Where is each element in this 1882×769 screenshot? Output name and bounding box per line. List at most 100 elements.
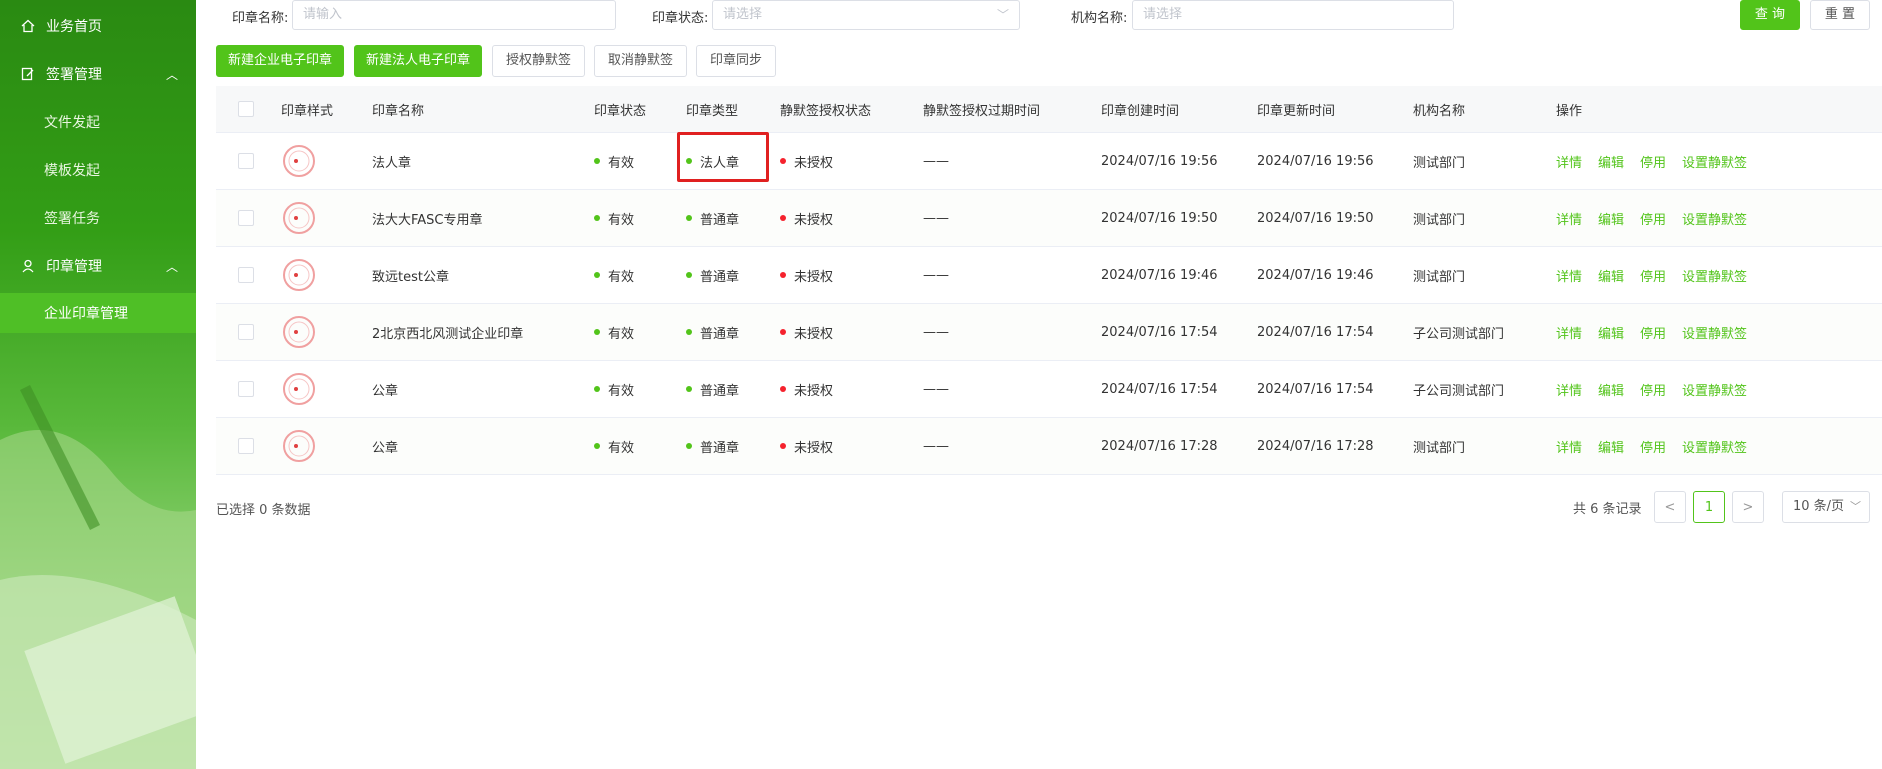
sidebar-item-seal-management[interactable]: 印章管理 ︿ xyxy=(0,242,196,290)
reset-button[interactable]: 重 置 xyxy=(1810,0,1870,30)
row-checkbox[interactable] xyxy=(238,324,254,340)
set-silent-sign-link[interactable]: 设置静默签 xyxy=(1682,323,1747,342)
row-checkbox[interactable] xyxy=(238,267,254,283)
seal-image xyxy=(281,361,317,417)
sidebar-item-sign-tasks[interactable]: 签署任务 xyxy=(0,194,196,242)
sidebar-decoration-image xyxy=(0,385,196,769)
detail-link[interactable]: 详情 xyxy=(1556,437,1582,456)
total-records: 共 6 条记录 xyxy=(1573,502,1642,517)
status-dot xyxy=(594,443,600,449)
prev-page-button[interactable]: < xyxy=(1654,491,1686,523)
detail-link[interactable]: 详情 xyxy=(1556,380,1582,399)
new-legal-seal-button[interactable]: 新建法人电子印章 xyxy=(354,45,482,77)
status-dot xyxy=(594,272,600,278)
created-time: 2024/07/16 19:46 xyxy=(1101,267,1218,283)
table-body: 法人章 有效 法人章 未授权 —— 2024/07/16 19:56 2024/… xyxy=(216,133,1882,475)
set-silent-sign-link[interactable]: 设置静默签 xyxy=(1682,380,1747,399)
row-actions: 详情 编辑 停用 设置静默签 xyxy=(1556,133,1763,189)
disable-link[interactable]: 停用 xyxy=(1640,323,1666,342)
set-silent-sign-link[interactable]: 设置静默签 xyxy=(1682,152,1747,171)
sidebar-item-template-initiate[interactable]: 模板发起 xyxy=(0,146,196,194)
row-checkbox[interactable] xyxy=(238,381,254,397)
authorize-silent-sign-button[interactable]: 授权静默签 xyxy=(492,45,585,77)
table-row: 法大大FASC专用章 有效 普通章 未授权 —— 2024/07/16 19:5… xyxy=(216,190,1882,247)
page-size-select[interactable]: 10 条/页 ﹀ xyxy=(1782,491,1870,523)
sidebar-item-label: 模板发起 xyxy=(44,163,100,179)
detail-link[interactable]: 详情 xyxy=(1556,266,1582,285)
silent-auth-expire: —— xyxy=(923,438,949,454)
sync-seal-button[interactable]: 印章同步 xyxy=(696,45,776,77)
sidebar-item-enterprise-seal[interactable]: 企业印章管理 xyxy=(0,293,196,333)
new-enterprise-seal-button[interactable]: 新建企业电子印章 xyxy=(216,45,344,77)
row-checkbox[interactable] xyxy=(238,153,254,169)
cancel-silent-sign-button[interactable]: 取消静默签 xyxy=(594,45,687,77)
set-silent-sign-link[interactable]: 设置静默签 xyxy=(1682,209,1747,228)
disable-link[interactable]: 停用 xyxy=(1640,266,1666,285)
detail-link[interactable]: 详情 xyxy=(1556,152,1582,171)
status-dot xyxy=(594,329,600,335)
set-silent-sign-link[interactable]: 设置静默签 xyxy=(1682,266,1747,285)
seal-type: 普通章 xyxy=(686,190,739,246)
org-name-select[interactable]: 请选择 xyxy=(1132,0,1454,30)
seal-image xyxy=(281,247,317,303)
seal-name-label: 印章名称: xyxy=(232,11,289,26)
edit-link[interactable]: 编辑 xyxy=(1598,209,1624,228)
org-name: 测试部门 xyxy=(1413,440,1466,456)
seal-status-select[interactable]: 请选择 ﹀ xyxy=(712,0,1020,30)
edit-link[interactable]: 编辑 xyxy=(1598,437,1624,456)
seal-name: 2北京西北风测试企业印章 xyxy=(372,326,524,342)
select-all-checkbox[interactable] xyxy=(238,101,254,117)
silent-auth-status: 未授权 xyxy=(780,190,833,246)
row-actions: 详情 编辑 停用 设置静默签 xyxy=(1556,247,1763,303)
disable-link[interactable]: 停用 xyxy=(1640,437,1666,456)
chevron-down-icon: ﹀ xyxy=(1850,500,1861,513)
seal-name-input[interactable]: 请输入 xyxy=(292,0,616,30)
seal-name: 法大大FASC专用章 xyxy=(372,212,483,228)
row-actions: 详情 编辑 停用 设置静默签 xyxy=(1556,304,1763,360)
silent-auth-status: 未授权 xyxy=(780,418,833,474)
silent-auth-expire: —— xyxy=(923,324,949,340)
header-silent-auth-expire: 静默签授权过期时间 xyxy=(923,103,1041,119)
header-updated-time: 印章更新时间 xyxy=(1257,103,1336,119)
header-silent-auth-status: 静默签授权状态 xyxy=(780,103,872,119)
seal-name: 法人章 xyxy=(372,155,412,171)
status-dot xyxy=(594,386,600,392)
edit-link[interactable]: 编辑 xyxy=(1598,380,1624,399)
seal-type: 普通章 xyxy=(686,304,739,360)
header-actions: 操作 xyxy=(1556,103,1583,119)
sidebar-item-file-initiate[interactable]: 文件发起 xyxy=(0,98,196,146)
edit-link[interactable]: 编辑 xyxy=(1598,323,1624,342)
updated-time: 2024/07/16 17:28 xyxy=(1257,438,1374,454)
sidebar-item-sign-management[interactable]: 签署管理 ︿ xyxy=(0,50,196,98)
seal-name: 公章 xyxy=(372,383,399,399)
disable-link[interactable]: 停用 xyxy=(1640,152,1666,171)
org-name: 测试部门 xyxy=(1413,155,1466,171)
disable-link[interactable]: 停用 xyxy=(1640,209,1666,228)
edit-link[interactable]: 编辑 xyxy=(1598,152,1624,171)
silent-auth-expire: —— xyxy=(923,210,949,226)
sidebar-item-label: 企业印章管理 xyxy=(44,306,128,322)
silent-auth-status: 未授权 xyxy=(780,361,833,417)
disable-link[interactable]: 停用 xyxy=(1640,380,1666,399)
row-checkbox[interactable] xyxy=(238,438,254,454)
seal-type: 普通章 xyxy=(686,418,739,474)
row-checkbox[interactable] xyxy=(238,210,254,226)
table-header: 印章样式 印章名称 印章状态 印章类型 静默签授权状态 静默签授权过期时间 印章… xyxy=(216,86,1882,133)
seal-status: 有效 xyxy=(594,304,634,360)
org-name: 子公司测试部门 xyxy=(1413,383,1505,399)
seal-status: 有效 xyxy=(594,190,634,246)
status-dot xyxy=(780,329,786,335)
table-row: 公章 有效 普通章 未授权 —— 2024/07/16 17:28 2024/0… xyxy=(216,418,1882,475)
detail-link[interactable]: 详情 xyxy=(1556,209,1582,228)
edit-link[interactable]: 编辑 xyxy=(1598,266,1624,285)
updated-time: 2024/07/16 19:56 xyxy=(1257,153,1374,169)
set-silent-sign-link[interactable]: 设置静默签 xyxy=(1682,437,1747,456)
sidebar-item-home[interactable]: 业务首页 xyxy=(0,2,196,50)
seal-status-label: 印章状态: xyxy=(652,11,709,26)
detail-link[interactable]: 详情 xyxy=(1556,323,1582,342)
next-page-button[interactable]: > xyxy=(1732,491,1764,523)
page-1-button[interactable]: 1 xyxy=(1693,491,1725,523)
query-button[interactable]: 查 询 xyxy=(1740,0,1800,30)
home-icon xyxy=(20,18,36,34)
created-time: 2024/07/16 17:54 xyxy=(1101,324,1218,340)
